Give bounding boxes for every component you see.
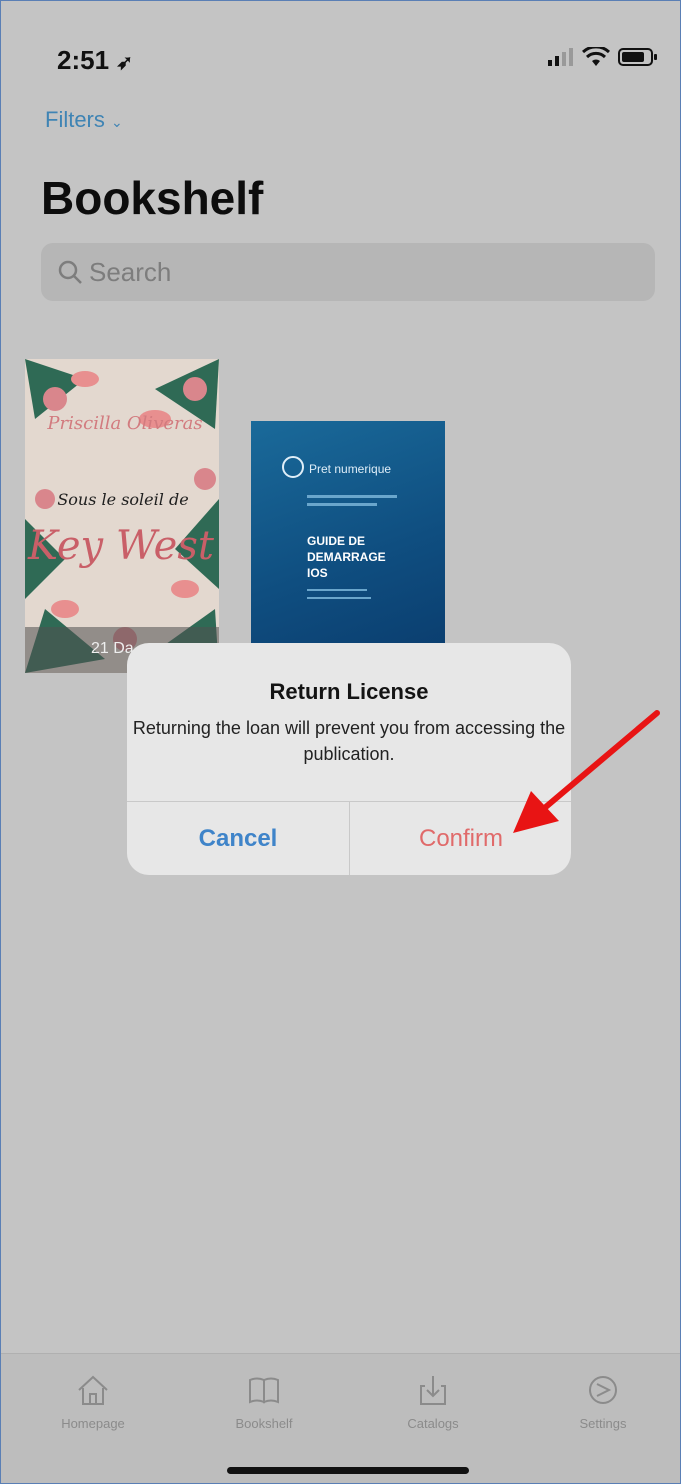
search-bar[interactable]: Search (41, 243, 655, 301)
svg-text:21 Da: 21 Da (91, 640, 134, 657)
tab-label: Homepage (61, 1416, 125, 1431)
gauge-icon (589, 1376, 617, 1404)
tab-label: Bookshelf (235, 1416, 293, 1431)
svg-text:Sous le soleil de: Sous le soleil de (57, 490, 188, 509)
house-icon (78, 1375, 108, 1405)
tab-catalogs[interactable]: Catalogs (373, 1372, 493, 1431)
book-icon (249, 1377, 279, 1404)
download-tray-icon (420, 1376, 446, 1405)
location-arrow-icon: ➶ (116, 52, 134, 74)
tab-bar: Homepage Bookshelf Catalogs Settings (1, 1353, 680, 1483)
book-cover-art: Pret numerique GUIDE DE DEMARRAGE IOS (282, 456, 397, 599)
svg-text:Key West: Key West (27, 523, 215, 569)
book-cover-art: Priscilla Oliveras Sous le soleil de Key… (25, 359, 219, 673)
svg-text:GUIDE DE: GUIDE DE (307, 534, 365, 548)
chevron-down-icon: ⌄ (111, 114, 123, 130)
screen: 2:51 ➶ Filters ⌄ Bookshelf Search Prisci… (0, 0, 681, 1484)
book-cover-key-west[interactable]: Priscilla Oliveras Sous le soleil de Key… (25, 359, 219, 673)
status-bar: 2:51 ➶ (1, 1, 680, 91)
home-indicator[interactable] (227, 1467, 469, 1474)
tab-label: Settings (579, 1416, 627, 1431)
page-title: Bookshelf (41, 172, 264, 224)
svg-text:DEMARRAGE: DEMARRAGE (307, 550, 386, 564)
search-placeholder: Search (89, 256, 172, 287)
tab-label: Catalogs (407, 1416, 459, 1431)
status-icons (548, 47, 658, 67)
tab-settings[interactable]: Settings (543, 1372, 663, 1431)
annotation-arrow-icon (513, 710, 660, 833)
svg-text:Priscilla Oliveras: Priscilla Oliveras (46, 413, 202, 434)
filters-menu[interactable]: Filters ⌄ (45, 107, 123, 133)
svg-text:Pret numerique: Pret numerique (309, 462, 391, 476)
search-icon (58, 260, 82, 284)
dialog-title: Return License (269, 679, 429, 704)
cancel-button[interactable]: Cancel (127, 802, 349, 875)
status-time: 2:51 ➶ (57, 45, 134, 75)
book-cover-guide-ios[interactable]: Pret numerique GUIDE DE DEMARRAGE IOS (251, 421, 445, 673)
cellular-signal-icon (548, 48, 573, 66)
tab-homepage[interactable]: Homepage (33, 1372, 153, 1431)
tab-bookshelf[interactable]: Bookshelf (204, 1372, 324, 1431)
wifi-icon (582, 47, 610, 66)
battery-icon (618, 48, 657, 66)
svg-text:IOS: IOS (307, 566, 328, 580)
